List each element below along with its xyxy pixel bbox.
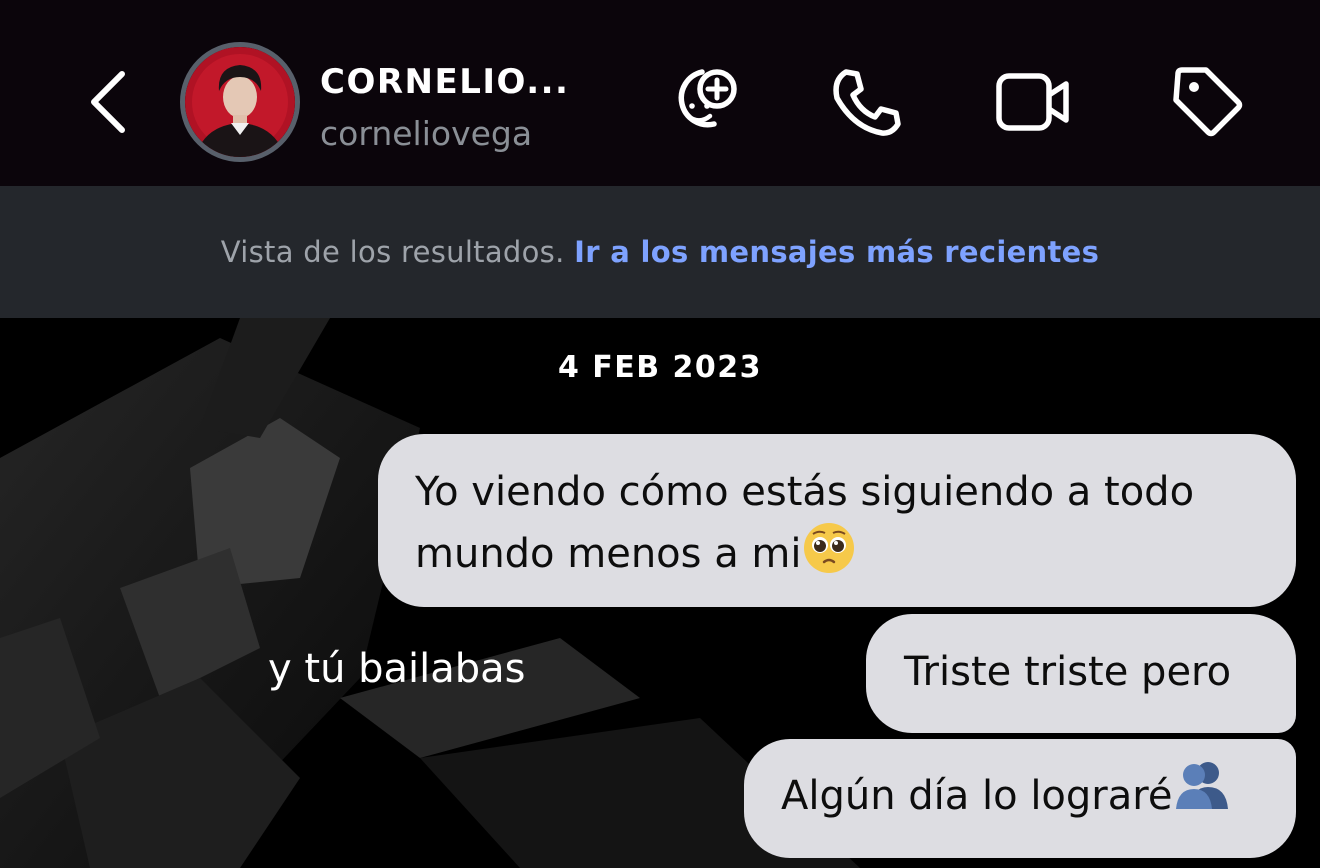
message-text: Triste triste pero [904, 649, 1232, 695]
tag-icon[interactable] [1168, 62, 1248, 142]
contact-name[interactable]: CORNELIO... [320, 62, 569, 102]
message-text: Algún día lo lograré [781, 773, 1173, 819]
video-camera-icon[interactable] [994, 62, 1074, 142]
message-incoming[interactable]: y tú bailabas [268, 646, 526, 692]
go-to-recent-link[interactable]: Ir a los mensajes más recientes [574, 235, 1099, 269]
add-friend-icon[interactable] [662, 62, 742, 142]
message-bubble-outgoing[interactable]: Algún día lo lograré [744, 739, 1296, 858]
results-view-text: Vista de los resultados. [220, 235, 565, 269]
back-chevron-icon[interactable] [82, 68, 138, 136]
phone-icon[interactable] [826, 62, 906, 142]
pleading-face-emoji-icon [802, 521, 856, 591]
avatar[interactable] [180, 42, 300, 162]
contact-handle[interactable]: corneliovega [320, 114, 532, 153]
date-separator: 4 FEB 2023 [557, 350, 763, 385]
chat-area[interactable]: 4 FEB 2023 Yo viendo cómo estás siguiend… [0, 318, 1320, 868]
message-bubble-outgoing[interactable]: Yo viendo cómo estás siguiendo a todo mu… [378, 434, 1296, 607]
message-bubble-outgoing[interactable]: Triste triste pero [866, 614, 1296, 733]
search-results-banner: Vista de los resultados. Ir a los mensaj… [0, 186, 1320, 318]
busts-in-silhouette-emoji-icon [1172, 741, 1232, 855]
chat-header: CORNELIO... corneliovega [0, 0, 1320, 186]
